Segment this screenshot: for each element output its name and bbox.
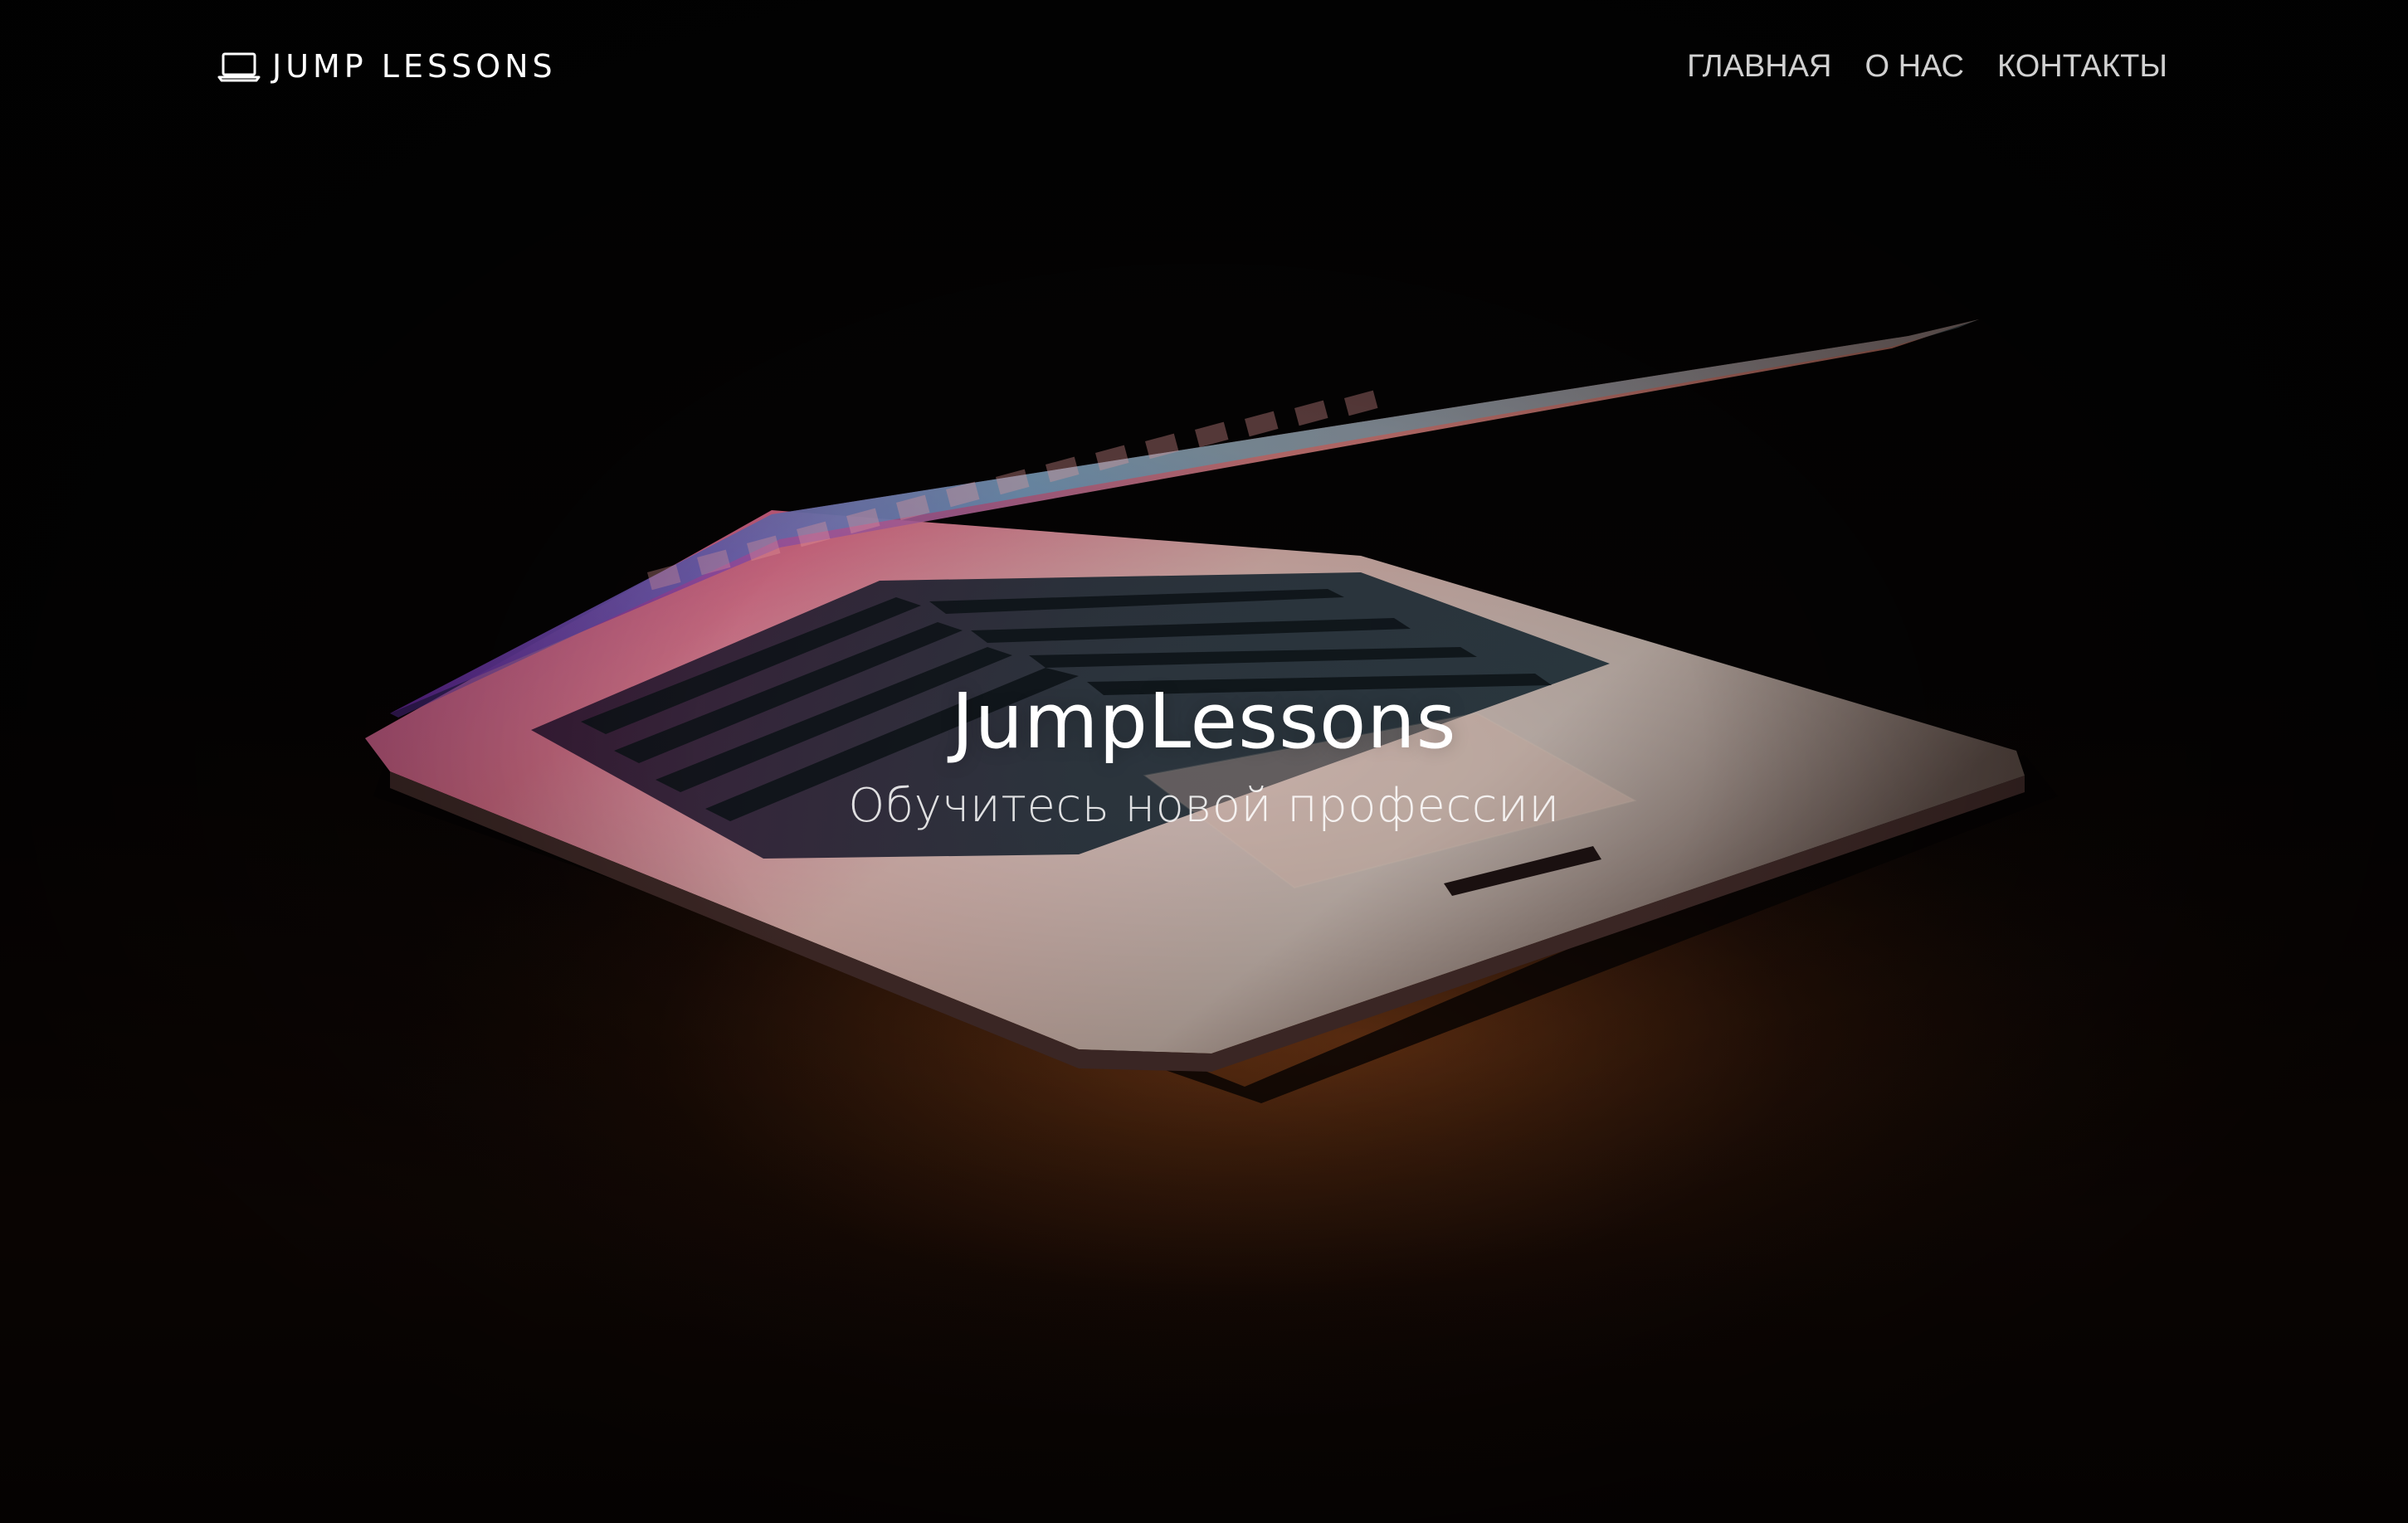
brand-name: JUMP LESSONS bbox=[272, 48, 557, 85]
nav-item-about[interactable]: О НАС bbox=[1864, 49, 1964, 85]
nav-item-home[interactable]: ГЛАВНАЯ bbox=[1687, 49, 1831, 85]
brand-logo[interactable]: JUMP LESSONS bbox=[217, 48, 557, 85]
nav-menu: ГЛАВНАЯ О НАС КОНТАКТЫ bbox=[1687, 49, 2167, 85]
hero-title: JumpLessons bbox=[951, 677, 1457, 766]
hero-subtitle: Обучитесь новой профессии bbox=[848, 779, 1560, 833]
hero-section: JUMP LESSONS ГЛАВНАЯ О НАС КОНТАКТЫ Jump… bbox=[0, 0, 2408, 1523]
laptop-icon bbox=[217, 52, 261, 82]
navbar: JUMP LESSONS ГЛАВНАЯ О НАС КОНТАКТЫ bbox=[217, 43, 2167, 90]
nav-item-contacts[interactable]: КОНТАКТЫ bbox=[1997, 49, 2167, 85]
hero-content: JumpLessons Обучитесь новой профессии bbox=[0, 672, 2408, 839]
